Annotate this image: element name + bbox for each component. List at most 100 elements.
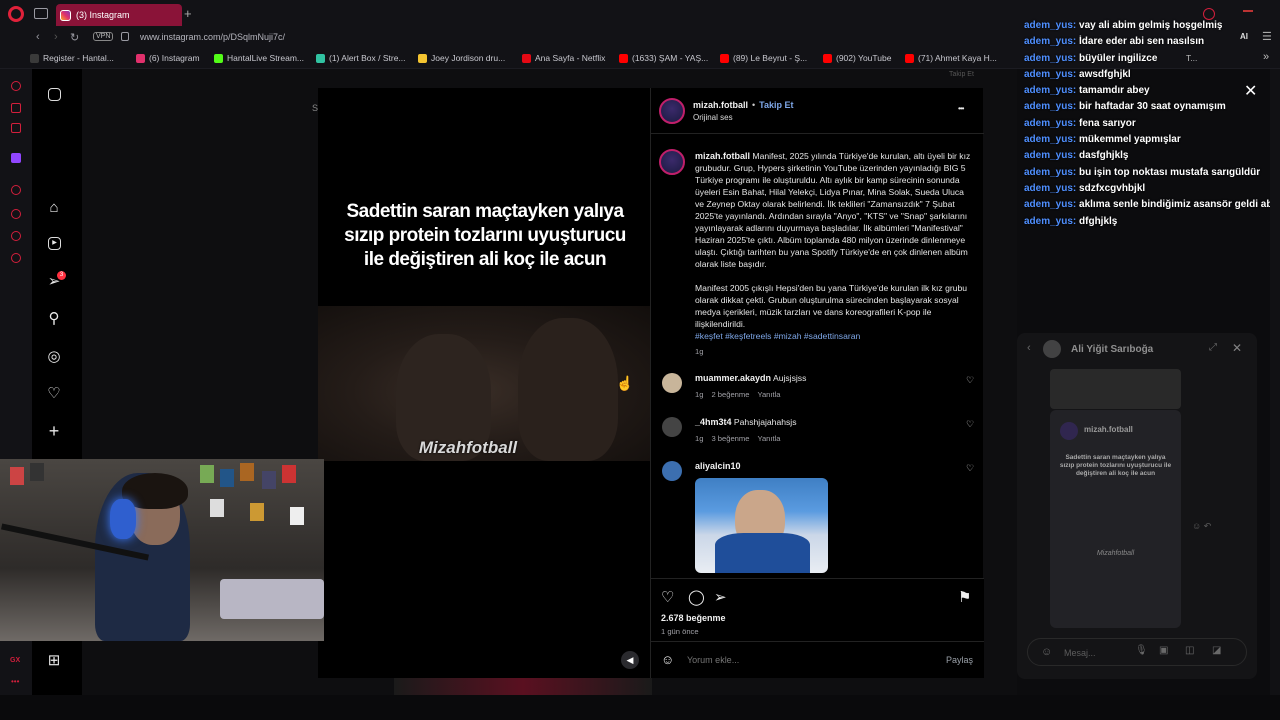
comment-user[interactable]: aliyalcin10 <box>695 461 741 471</box>
comment-icon[interactable]: ◯ <box>688 588 705 606</box>
sidebar-twitch-icon[interactable] <box>11 153 21 163</box>
scrollbar[interactable] <box>1270 69 1280 695</box>
hashtags[interactable]: #keşfet #keşfetreels #mizah #sadettinsar… <box>695 330 975 342</box>
image-icon[interactable]: ▣ <box>1159 645 1168 656</box>
close-icon[interactable]: ✕ <box>1244 81 1257 101</box>
sidebar-history-icon[interactable] <box>11 209 21 219</box>
caption-author[interactable]: mizah.fotball <box>695 151 750 161</box>
chat-username[interactable]: adem_yus: <box>1024 53 1076 64</box>
gif-icon[interactable]: ◪ <box>1212 645 1221 656</box>
bookmark-item[interactable]: (6) Instagram <box>136 53 200 63</box>
minimize-icon[interactable] <box>1243 10 1253 12</box>
chat-username[interactable]: adem_yus: <box>1024 183 1076 194</box>
avatar[interactable] <box>662 373 682 393</box>
post-comment-button[interactable]: Paylaş <box>946 655 973 665</box>
avatar[interactable] <box>662 461 682 481</box>
avatar[interactable] <box>662 417 682 437</box>
avatar[interactable] <box>1043 340 1061 358</box>
explore-icon[interactable]: ◎ <box>46 349 62 365</box>
opera-logo-icon[interactable] <box>8 6 24 22</box>
home-icon[interactable]: ⌂ <box>46 200 62 216</box>
chat-username[interactable]: adem_yus: <box>1024 199 1076 210</box>
chat-username[interactable]: adem_yus: <box>1024 118 1076 129</box>
chat-username[interactable]: adem_yus: <box>1024 167 1076 178</box>
post-author[interactable]: mizah.fotball <box>693 100 748 110</box>
chat-text: dfghjklş <box>1079 215 1118 227</box>
comment-user[interactable]: _4hm3t4 <box>695 417 732 427</box>
volume-icon[interactable]: ◀ <box>621 651 639 669</box>
url-field[interactable]: www.instagram.com/p/DSqlmNuji7c/ <box>140 32 285 42</box>
like-icon[interactable]: ♡ <box>661 588 674 606</box>
chat-username[interactable]: adem_yus: <box>1024 216 1076 227</box>
notifications-heart-icon[interactable]: ♡ <box>46 386 62 402</box>
save-bookmark-icon[interactable]: ⚑ <box>958 588 971 606</box>
comment-gif-image[interactable] <box>695 478 828 573</box>
dm-shared-post[interactable]: mizah.fotball Sadettin saran maçtayken y… <box>1050 410 1181 628</box>
lock-icon[interactable] <box>121 32 129 41</box>
vpn-badge[interactable]: VPN <box>93 32 114 41</box>
like-comment-icon[interactable]: ♡ <box>966 419 974 430</box>
sidebar-downloads-icon[interactable] <box>11 231 21 241</box>
forward-icon[interactable]: › <box>54 31 58 43</box>
bookmark-item[interactable]: HantalLive Stream... <box>214 53 304 63</box>
audio-label[interactable]: Orijinal ses <box>693 113 733 122</box>
shared-media-thumb[interactable] <box>1050 369 1181 409</box>
expand-icon[interactable]: ⤢ <box>1209 342 1217 353</box>
sidebar-more-icon[interactable]: ••• <box>11 677 19 686</box>
dm-close-icon[interactable]: ✕ <box>1232 341 1242 355</box>
bookmark-item[interactable]: (902) YouTube <box>823 53 891 63</box>
avatar[interactable] <box>659 98 685 124</box>
chat-username[interactable]: adem_yus: <box>1024 20 1076 31</box>
chat-username[interactable]: adem_yus: <box>1024 36 1076 47</box>
reels-icon[interactable]: ▶ <box>48 237 61 250</box>
comment-likes[interactable]: 3 beğenme <box>711 434 749 443</box>
comment-likes[interactable]: 2 beğenme <box>711 390 749 399</box>
chat-username[interactable]: adem_yus: <box>1024 134 1076 145</box>
sidebar-messenger-icon[interactable] <box>11 103 21 113</box>
bookmark-item[interactable]: (1) Alert Box / Stre... <box>316 53 406 63</box>
more-options-icon[interactable]: ••• <box>958 104 964 113</box>
chat-username[interactable]: adem_yus: <box>1024 69 1076 80</box>
bookmark-item[interactable]: (1633) ŞAM - YAŞ... <box>619 53 708 63</box>
chat-username[interactable]: adem_yus: <box>1024 101 1076 112</box>
instagram-logo-icon[interactable] <box>48 88 61 101</box>
sidebar-ai-icon[interactable] <box>11 81 21 91</box>
create-icon[interactable]: + <box>46 422 62 440</box>
search-icon[interactable]: ⚲ <box>46 311 62 327</box>
sidebar-settings-icon[interactable] <box>11 253 21 263</box>
like-comment-icon[interactable]: ♡ <box>966 375 974 386</box>
sidebar-player-icon[interactable] <box>11 185 21 195</box>
emoji-icon[interactable]: ☺ <box>661 652 674 667</box>
reload-icon[interactable]: ↻ <box>70 31 79 44</box>
bookmark-item[interactable]: Register - Hantal... <box>30 53 114 63</box>
reply-button[interactable]: Yanıtla <box>757 390 780 399</box>
new-tab-button[interactable]: + <box>184 6 192 21</box>
chat-username[interactable]: adem_yus: <box>1024 150 1076 161</box>
comment-input[interactable] <box>687 652 917 668</box>
dm-message-input[interactable]: Mesaj... <box>1064 648 1096 658</box>
back-icon[interactable]: ‹ <box>36 31 40 43</box>
sidebar-news-icon[interactable] <box>11 123 21 133</box>
avatar[interactable] <box>659 149 685 175</box>
sticker-icon[interactable]: ◫ <box>1185 645 1194 656</box>
reply-button[interactable]: Yanıtla <box>757 434 780 443</box>
follow-button[interactable]: Takip Et <box>759 100 793 110</box>
microphone-icon[interactable]: 🎙︎ <box>1135 645 1148 656</box>
chat-username[interactable]: adem_yus: <box>1024 85 1076 96</box>
tab-instagram[interactable]: (3) Instagram <box>56 4 182 26</box>
bookmark-item[interactable]: (71) Ahmet Kaya H... <box>905 53 997 63</box>
share-icon[interactable]: ➢ <box>714 588 727 606</box>
like-comment-icon[interactable]: ♡ <box>966 463 974 474</box>
more-menu-icon[interactable]: ⊞ <box>46 653 62 669</box>
emoji-icon[interactable]: ☺ <box>1041 646 1052 658</box>
dm-contact-name[interactable]: Ali Yiğit Sarıboğa <box>1071 344 1153 355</box>
tab-islands-icon[interactable] <box>34 8 48 19</box>
bookmark-item[interactable]: Joey Jordison dru... <box>418 53 505 63</box>
bookmark-item[interactable]: Ana Sayfa - Netflix <box>522 53 605 63</box>
back-icon[interactable]: ‹ <box>1027 342 1031 354</box>
comment-user[interactable]: muammer.akaydn <box>695 373 771 383</box>
likes-count[interactable]: 2.678 beğenme <box>661 613 726 623</box>
bookmark-item[interactable]: (89) Le Beyrut - Ş... <box>720 53 807 63</box>
reel-video[interactable]: Sadettin saran maçtayken yalıya sızıp pr… <box>318 88 650 678</box>
react-icon[interactable]: ☺ ↶ <box>1192 521 1211 532</box>
